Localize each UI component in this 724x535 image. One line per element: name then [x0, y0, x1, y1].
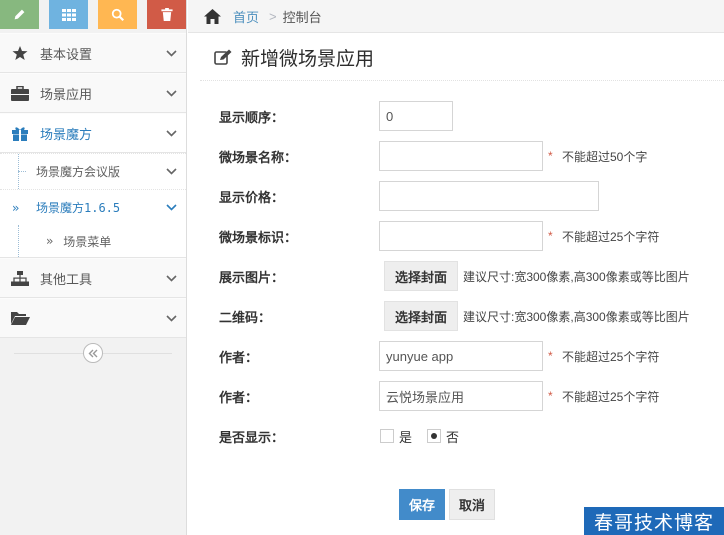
sidebar-collapse-button[interactable]: [83, 343, 103, 363]
breadcrumb-separator: >: [269, 8, 277, 24]
sidebar-item-scene-apps[interactable]: 场景应用: [0, 73, 186, 113]
author-label: 作者：: [219, 349, 259, 365]
trash-shortcut-button[interactable]: [147, 0, 186, 29]
name-label: 微场景名称：: [219, 149, 298, 165]
grid-icon: [61, 8, 76, 21]
sidebar-item-label: 其他工具: [40, 271, 93, 287]
author-hint: 不能超过25个字符: [562, 349, 660, 364]
sidebar-item-scene-cube[interactable]: 场景魔方: [0, 113, 186, 153]
show-no-label: 否: [446, 429, 460, 445]
sidebar-item-label: 场景魔方: [40, 126, 93, 142]
show-yes-label: 是: [399, 429, 413, 445]
double-chevron-right-icon: »: [12, 200, 20, 215]
chevron-down-icon: [165, 49, 177, 57]
qrcode-label: 二维码：: [219, 309, 272, 325]
gift-icon: [12, 126, 28, 141]
name-hint: 不能超过50个字: [562, 149, 648, 164]
sidebar-subsubitem-scene-menu[interactable]: » 场景菜单: [0, 225, 186, 257]
ident-hint: 不能超过25个字符: [562, 229, 660, 244]
form-row-image: 展示图片： 选择封面 建议尺寸:宽300像素,高300像素或等比图片: [188, 256, 724, 296]
show-no-radio[interactable]: [427, 429, 441, 443]
form-row-author-1: 作者： yunyue app * 不能超过25个字符: [188, 336, 724, 376]
chevron-down-icon: [165, 129, 177, 137]
form-row-name: 微场景名称： * 不能超过50个字: [188, 136, 724, 176]
chevron-down-icon: [165, 274, 177, 282]
sidebar-subitem-label: 场景魔方1.6.5: [36, 201, 121, 215]
grid-shortcut-button[interactable]: [49, 0, 88, 29]
chevron-down-icon: [165, 204, 177, 211]
sidebar: 基本设置 场景应用 场景魔方 场景魔方会议版 » 场景魔方1.6.5 » 场景菜…: [0, 0, 187, 535]
shortcut-bar: [0, 0, 186, 33]
form-row-price: 显示价格：: [188, 176, 724, 216]
author-label: 作者：: [219, 389, 259, 405]
sidebar-item-folder[interactable]: [0, 298, 186, 338]
choose-qrcode-cover-button[interactable]: 选择封面: [384, 301, 458, 331]
show-label: 是否显示：: [219, 429, 285, 445]
sidebar-subitem-version[interactable]: » 场景魔方1.6.5: [0, 189, 186, 225]
sidebar-subsubitem-label: 场景菜单: [63, 234, 112, 249]
cancel-button[interactable]: 取消: [449, 489, 495, 520]
chevron-down-icon: [165, 89, 177, 97]
star-icon: [12, 46, 28, 60]
pencil-icon: [14, 9, 25, 20]
radio-selected-dot: [431, 433, 437, 439]
author-input[interactable]: yunyue app: [379, 341, 543, 371]
briefcase-icon: [11, 85, 29, 101]
sidebar-subitem-label: 场景魔方会议版: [36, 165, 121, 179]
image-label: 展示图片：: [219, 269, 285, 285]
sidebar-collapse-bar: [0, 340, 186, 366]
order-input[interactable]: 0: [379, 101, 453, 131]
sitemap-icon: [11, 270, 29, 286]
required-mark: *: [548, 229, 553, 243]
ident-input[interactable]: [379, 221, 543, 251]
zoom-shortcut-button[interactable]: [98, 0, 137, 29]
breadcrumb: 首页 > 控制台: [188, 0, 724, 33]
save-button[interactable]: 保存: [399, 489, 445, 520]
required-mark: *: [548, 149, 553, 163]
double-chevron-right-icon: »: [46, 234, 54, 248]
sidebar-item-label: 场景应用: [40, 86, 93, 102]
form-row-show: 是否显示： 是 否: [188, 416, 724, 456]
page-title: 新增微场景应用: [241, 48, 375, 70]
form-row-ident: 微场景标识： * 不能超过25个字符: [188, 216, 724, 256]
price-label: 显示价格：: [219, 189, 285, 205]
name-input[interactable]: [379, 141, 543, 171]
sidebar-item-other-tools[interactable]: 其他工具: [0, 258, 186, 298]
main-content: 新增微场景应用 显示顺序： 0 微场景名称： * 不能超过50个字 显示价格： …: [188, 34, 724, 535]
price-input[interactable]: [379, 181, 599, 211]
chevron-down-icon: [165, 168, 177, 175]
zoom-icon: [111, 8, 124, 21]
ident-label: 微场景标识：: [219, 229, 298, 245]
required-mark: *: [548, 389, 553, 403]
watermark: 春哥技术博客: [584, 507, 724, 535]
sidebar-item-basic-settings[interactable]: 基本设置: [0, 33, 186, 73]
double-chevron-left-icon: [88, 349, 98, 357]
breadcrumb-current: 控制台: [282, 9, 322, 25]
pencil-shortcut-button[interactable]: [0, 0, 39, 29]
qrcode-hint: 建议尺寸:宽300像素,高300像素或等比图片: [463, 309, 690, 324]
choose-cover-button[interactable]: 选择封面: [384, 261, 458, 291]
form-row-order: 显示顺序： 0: [188, 96, 724, 136]
required-mark: *: [548, 349, 553, 363]
edit-icon: [214, 49, 232, 65]
author-hint: 不能超过25个字符: [562, 389, 660, 404]
form-row-author-2: 作者： 云悦场景应用 * 不能超过25个字符: [188, 376, 724, 416]
form-row-qrcode: 二维码： 选择封面 建议尺寸:宽300像素,高300像素或等比图片: [188, 296, 724, 336]
show-yes-radio[interactable]: [380, 429, 394, 443]
breadcrumb-home-link[interactable]: 首页: [233, 7, 259, 26]
author-input[interactable]: 云悦场景应用: [379, 381, 543, 411]
home-icon[interactable]: [204, 8, 221, 24]
trash-icon: [160, 8, 173, 21]
image-hint: 建议尺寸:宽300像素,高300像素或等比图片: [463, 269, 690, 284]
folder-open-icon: [10, 312, 30, 325]
sidebar-submenu: 场景魔方会议版 » 场景魔方1.6.5 » 场景菜单: [0, 153, 186, 258]
sidebar-item-label: 基本设置: [40, 46, 93, 62]
chevron-down-icon: [165, 314, 177, 322]
sidebar-subitem-meeting[interactable]: 场景魔方会议版: [0, 153, 186, 189]
page-header: 新增微场景应用: [200, 34, 724, 81]
order-label: 显示顺序：: [219, 109, 285, 125]
